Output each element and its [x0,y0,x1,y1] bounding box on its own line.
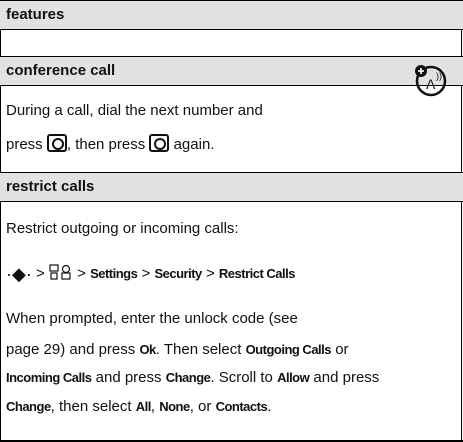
conference-call-header: conference call [0,56,463,86]
restrict-intro: Restrict outgoing or incoming calls: [6,220,239,237]
restrict-line-1: When prompted, enter the unlock code (se… [6,310,298,327]
restrict-line-3: Incoming Calls and press Change. Scroll … [6,369,380,386]
svg-text:)): )) [436,71,442,81]
nav-key-icon: ·◆· [6,264,32,284]
send-key-icon [46,134,67,152]
send-key-icon [149,134,170,152]
restrict-line-4: Change, then select All, None, or Contac… [6,398,272,415]
conference-line-1: During a call, dial the next number and [6,102,263,119]
network-feature-icon: A )) [415,65,447,97]
conference-line-2: press , then press again. [6,134,215,153]
settings-icon [49,264,71,280]
menu-path: ·◆· > > Settings > Security > Restrict C… [6,264,295,284]
section-header: features [0,0,463,30]
svg-text:A: A [426,76,436,92]
restrict-line-2: page 29) and press Ok. Then select Outgo… [6,341,349,358]
restrict-calls-header: restrict calls [0,172,463,202]
